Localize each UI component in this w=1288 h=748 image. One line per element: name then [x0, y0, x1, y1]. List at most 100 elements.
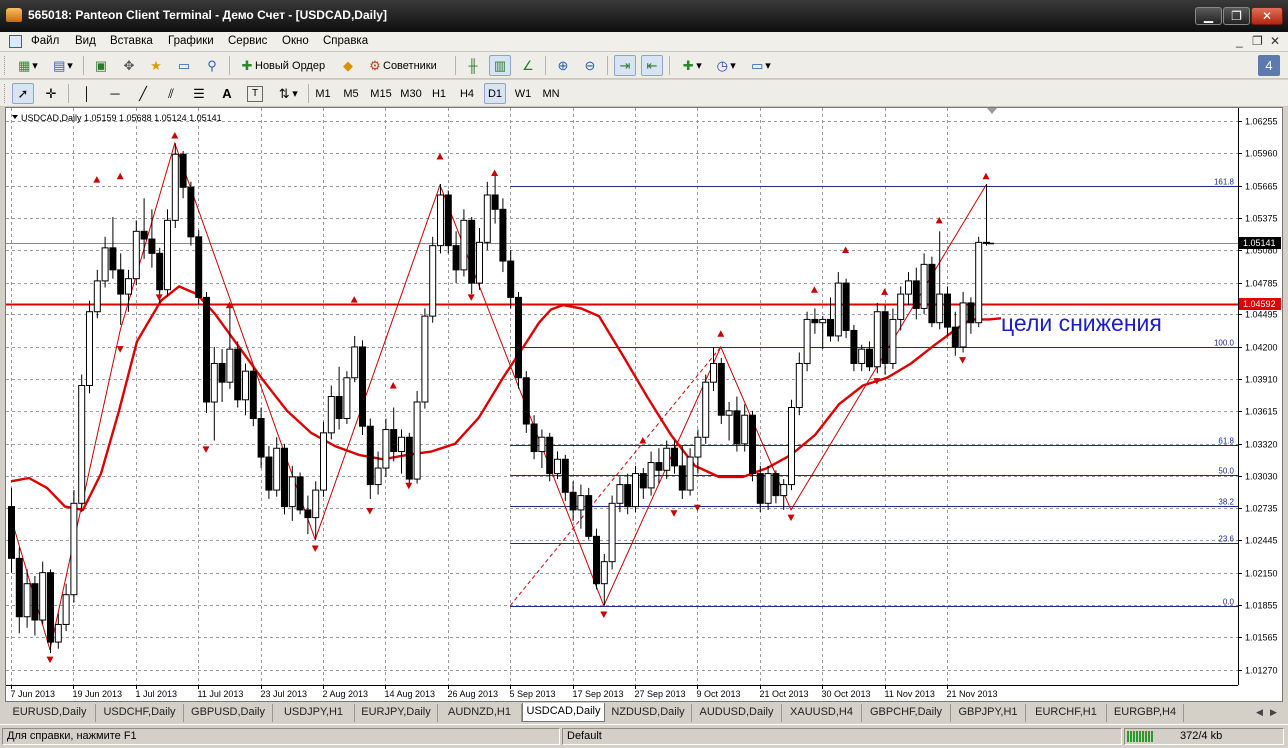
mdi-close-button[interactable]: ✕ [1270, 34, 1280, 48]
chart-tab[interactable]: GBPJPY,H1 [951, 704, 1026, 722]
period-h1-button[interactable]: H1 [428, 83, 450, 104]
zoom-in-button[interactable]: ⊕ [552, 55, 574, 76]
menu-window[interactable]: Окно [282, 35, 309, 47]
menu-charts[interactable]: Графики [168, 35, 214, 47]
favorites-button[interactable]: ★ [145, 55, 167, 76]
status-connection[interactable]: 372/4 kb [1124, 728, 1284, 745]
chart-annotation[interactable]: цели снижения [1001, 310, 1162, 336]
indicators-button[interactable]: ✚ ▾ [676, 55, 706, 76]
profiles-button[interactable]: ▤ ▾ [47, 55, 77, 76]
price-tick-label: 1.03615 [1245, 407, 1278, 417]
period-m5-button[interactable]: M5 [340, 83, 362, 104]
text-label-button[interactable]: T [244, 83, 266, 104]
period-m15-button[interactable]: M15 [368, 83, 394, 104]
chart-tab[interactable]: USDJPY,H1 [273, 704, 355, 722]
chart-tab[interactable]: USDCAD,Daily [522, 703, 605, 722]
chart-tab[interactable]: AUDNZD,H1 [438, 704, 522, 722]
menu-insert[interactable]: Вставка [110, 35, 153, 47]
candle-body [507, 260, 515, 298]
fibonacci-retracement[interactable]: 161.8 100.0 61.8 50.0 38.2 23.6 0.0 [509, 178, 1238, 607]
candle-body [725, 410, 733, 416]
navigator-button[interactable]: ✥ [118, 55, 140, 76]
horizontal-line-button[interactable]: ─ [104, 83, 126, 104]
chart-tab[interactable]: AUDUSD,Daily [692, 704, 782, 722]
toolbar-separator [83, 56, 84, 75]
metaeditor-button[interactable]: ◆ [337, 55, 359, 76]
chart-tab[interactable]: EURUSD,Daily [4, 704, 96, 722]
tabs-scroll-left-icon[interactable]: ◀ [1256, 707, 1263, 718]
menu-file[interactable]: Файл [31, 35, 59, 47]
trendline-button[interactable]: ╱ [132, 83, 154, 104]
period-m1-button[interactable]: M1 [312, 83, 334, 104]
chart-tab[interactable]: NZDUSD,Daily [605, 704, 692, 722]
time-tick-label: 14 Aug 2013 [385, 689, 436, 699]
time-tick-label: 27 Sep 2013 [635, 689, 686, 699]
header-arrow-icon[interactable] [12, 115, 18, 119]
candle-body [413, 401, 421, 480]
cursor-button[interactable]: ➚ [12, 83, 34, 104]
community-button[interactable]: 4 [1258, 55, 1280, 76]
minimize-button[interactable]: ▁ [1195, 7, 1222, 25]
new-chart-button[interactable]: ▦ ▾ [12, 55, 42, 76]
maximize-button[interactable]: ❐ [1223, 7, 1250, 25]
chart-tab[interactable]: USDCHF,Daily [96, 704, 184, 722]
price-axis: 1.062551.059601.056651.053751.050801.047… [1238, 108, 1278, 685]
period-m30-button[interactable]: M30 [398, 83, 424, 104]
support-resistance-level[interactable] [6, 243, 1238, 306]
bar-chart-icon: ╫ [468, 57, 478, 73]
candlestick-button[interactable]: ▥ [489, 55, 511, 76]
mdi-minimize-button[interactable]: _ [1236, 34, 1243, 48]
experts-button[interactable]: ⚙ Советники [364, 55, 448, 76]
chart-shift-marker[interactable] [987, 108, 997, 114]
candle-body [327, 396, 335, 434]
arrows-button[interactable]: ⇅ ▾ [272, 83, 302, 104]
time-tick-label: 5 Sep 2013 [510, 689, 556, 699]
strategy-tester-button[interactable]: ⚲ [201, 55, 223, 76]
close-button[interactable]: ✕ [1251, 7, 1283, 25]
candle-body [951, 326, 959, 348]
zoom-out-icon: ⊖ [584, 57, 596, 73]
mdi-restore-button[interactable]: ❐ [1252, 34, 1263, 48]
toolbar-grip[interactable] [4, 56, 7, 75]
fibonacci-retracement-button[interactable]: ☰ [188, 83, 210, 104]
text-button[interactable]: A [216, 83, 238, 104]
document-icon[interactable] [9, 35, 22, 48]
menu-help[interactable]: Справка [323, 35, 368, 47]
experts-icon: ⚙ [369, 57, 381, 73]
zoom-out-button[interactable]: ⊖ [579, 55, 601, 76]
chart-shift-button[interactable]: ⇤ [641, 55, 663, 76]
bar-chart-button[interactable]: ╫ [462, 55, 484, 76]
candle-body [717, 362, 725, 416]
templates-button[interactable]: ▭ ▾ [745, 55, 775, 76]
period-d1-button[interactable]: D1 [484, 83, 506, 104]
chart-tab[interactable]: EURJPY,Daily [355, 704, 438, 722]
crosshair-button[interactable]: ✛ [40, 83, 62, 104]
toolbar-grip[interactable] [4, 84, 7, 103]
menu-tools[interactable]: Сервис [228, 35, 267, 47]
price-tick-label: 1.01565 [1245, 633, 1278, 643]
new-order-label: Новый Ордер [255, 59, 326, 72]
status-profile[interactable]: Default [562, 728, 1122, 745]
chart-tab[interactable]: GBPUSD,Daily [184, 704, 273, 722]
chart-tab[interactable]: EURCHF,H1 [1026, 704, 1107, 722]
menu-view[interactable]: Вид [75, 35, 96, 47]
autoscroll-button[interactable]: ⇥ [614, 55, 636, 76]
candle-body [62, 594, 70, 625]
chart-window[interactable]: 161.8 100.0 61.8 50.0 38.2 23.6 0.0 1.06255 1.0… [5, 107, 1283, 702]
vertical-line-button[interactable]: │ [76, 83, 98, 104]
tabs-scroll-right-icon[interactable]: ▶ [1270, 707, 1277, 718]
period-h4-button[interactable]: H4 [456, 83, 478, 104]
period-w1-button[interactable]: W1 [512, 83, 534, 104]
periods-button[interactable]: ◷ ▾ [710, 55, 740, 76]
chart-tab[interactable]: GBPCHF,Daily [862, 704, 951, 722]
period-mn-button[interactable]: MN [540, 83, 562, 104]
terminal-button[interactable]: ▭ [173, 55, 195, 76]
fibonacci-channel-button[interactable]: ⫽ [160, 83, 182, 104]
market-watch-button[interactable]: ▣ [90, 55, 112, 76]
chart-tab[interactable]: EURGBP,H4 [1107, 704, 1184, 722]
chart-tab[interactable]: XAUUSD,H4 [782, 704, 862, 722]
new-order-button[interactable]: ✚ Новый Ордер [236, 55, 332, 76]
arrows-icon: ⇅ [278, 85, 290, 101]
price-chart[interactable]: 161.8 100.0 61.8 50.0 38.2 23.6 0.0 1.06255 1.0… [6, 108, 1282, 701]
line-chart-button[interactable]: ∠ [517, 55, 539, 76]
